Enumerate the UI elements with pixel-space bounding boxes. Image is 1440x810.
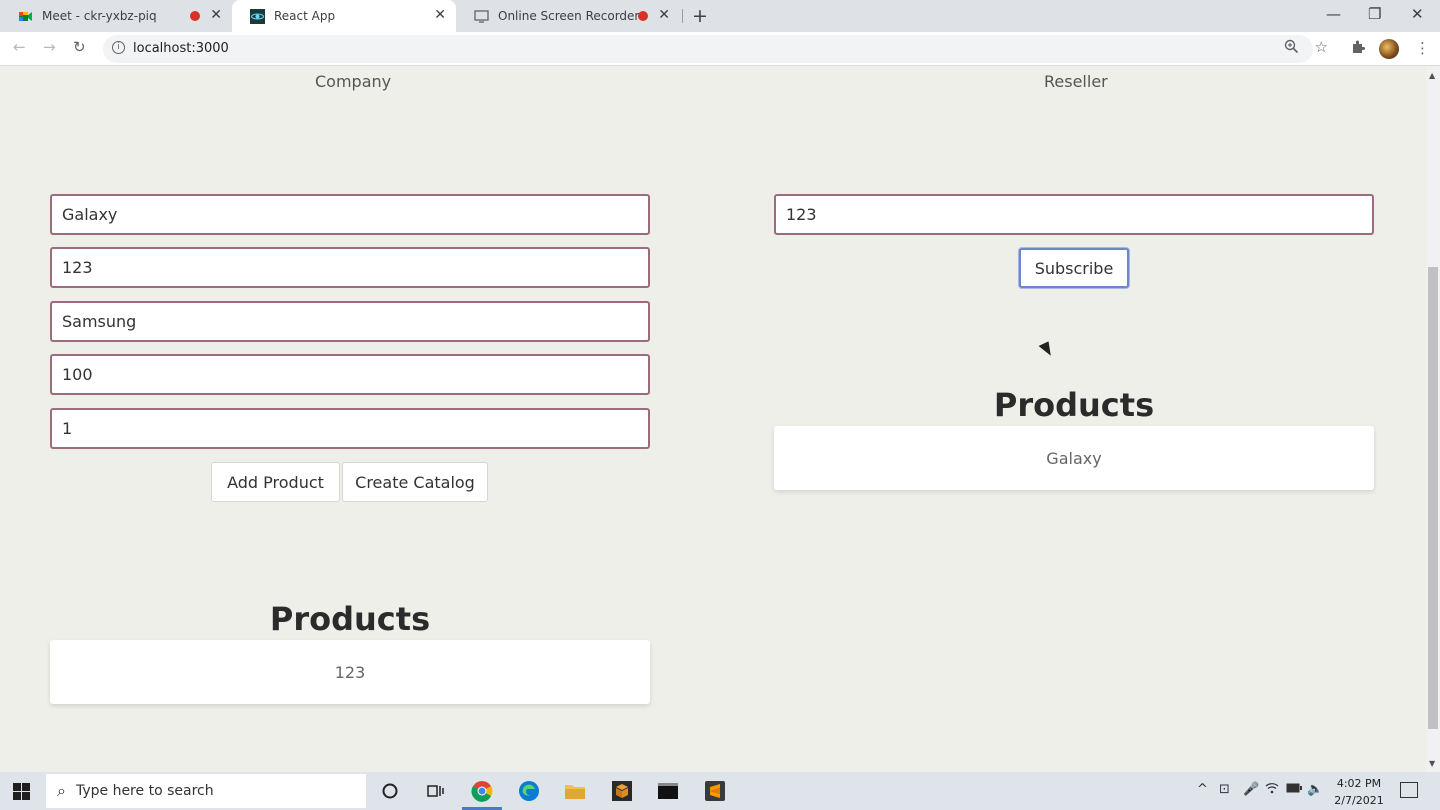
company-heading: Company — [315, 72, 392, 91]
company-product-card: 123 — [50, 640, 650, 704]
site-info-icon[interactable]: i — [112, 41, 125, 54]
reload-icon[interactable]: ↻ — [73, 38, 86, 56]
menu-kebab-icon[interactable]: ⋮ — [1415, 39, 1430, 57]
volume-muted-icon[interactable]: 🔈 — [1307, 782, 1323, 797]
windows-start-icon[interactable] — [13, 783, 30, 800]
close-tab-icon[interactable]: ✕ — [658, 7, 670, 23]
taskbar-clock[interactable]: 4:02 PM 2/7/2021 — [1332, 775, 1386, 809]
product-price-field[interactable] — [50, 354, 650, 395]
reseller-heading: Reseller — [1044, 72, 1108, 91]
show-hidden-icons-chevron-icon[interactable]: ^ — [1197, 782, 1208, 797]
tab-divider — [682, 9, 683, 23]
extensions-icon[interactable] — [1351, 39, 1366, 58]
browser-tab-strip: Meet - ckr-yxbz-piq ✕ React App ✕ Online… — [0, 0, 1440, 32]
clock-date: 2/7/2021 — [1334, 794, 1384, 807]
create-catalog-button[interactable]: Create Catalog — [342, 462, 488, 502]
google-meet-icon — [18, 9, 33, 24]
tab-title: Meet - ckr-yxbz-piq — [42, 9, 157, 23]
scrollbar-thumb[interactable] — [1428, 267, 1438, 729]
url-text: localhost:3000 — [133, 41, 229, 56]
search-icon: ⌕ — [57, 781, 66, 800]
chrome-icon[interactable] — [462, 778, 502, 810]
subscribe-button[interactable]: Subscribe — [1019, 248, 1129, 288]
reseller-product-card: Galaxy — [774, 426, 1374, 490]
scroll-up-icon[interactable]: ▲ — [1429, 71, 1435, 80]
taskbar-search-input[interactable]: ⌕ Type here to search — [46, 774, 366, 808]
cortana-icon[interactable] — [376, 778, 404, 804]
profile-avatar[interactable] — [1379, 39, 1399, 59]
action-center-icon[interactable] — [1400, 782, 1418, 798]
page-scrollbar[interactable]: ▲ ▼ — [1426, 67, 1440, 772]
zoom-icon[interactable] — [1284, 39, 1299, 58]
monitor-icon — [474, 9, 489, 24]
product-brand-field[interactable] — [50, 301, 650, 342]
sublime-text-icon[interactable] — [701, 778, 729, 804]
recording-indicator-icon — [638, 11, 648, 21]
catalog-id-field[interactable] — [774, 194, 1374, 235]
close-tab-icon[interactable]: ✕ — [210, 7, 222, 23]
task-view-icon[interactable] — [421, 778, 449, 804]
battery-icon[interactable] — [1286, 782, 1302, 797]
browser-toolbar: ← → ↻ i localhost:3000 ☆ ⋮ — [0, 32, 1440, 66]
bookmark-star-icon[interactable]: ☆ — [1315, 38, 1328, 56]
search-placeholder: Type here to search — [75, 783, 214, 799]
tab-screen-recorder[interactable]: Online Screen Recorder ✕ — [456, 0, 680, 32]
product-quantity-field[interactable] — [50, 408, 650, 449]
address-bar[interactable]: i localhost:3000 ☆ — [103, 35, 1328, 63]
terminal-icon[interactable] — [654, 778, 682, 804]
tab-title: React App — [274, 9, 336, 23]
minimize-icon[interactable]: — — [1326, 5, 1341, 23]
clock-time: 4:02 PM — [1336, 777, 1382, 790]
reseller-products-title: Products — [993, 386, 1155, 424]
product-id-field[interactable] — [50, 247, 650, 288]
edge-icon[interactable] — [515, 778, 543, 804]
add-product-button[interactable]: Add Product — [211, 462, 340, 502]
file-explorer-icon[interactable] — [561, 778, 589, 804]
back-icon[interactable]: ← — [13, 38, 26, 56]
new-tab-icon[interactable]: + — [692, 5, 708, 27]
windows-taskbar: ⌕ Type here to search ^ ⊡ 🎤 🔈 4:02 PM 2/… — [0, 772, 1440, 810]
restore-icon[interactable]: ❐ — [1368, 5, 1381, 23]
close-window-icon[interactable]: ✕ — [1411, 5, 1424, 23]
tab-title: Online Screen Recorder — [498, 9, 640, 23]
forward-icon[interactable]: → — [43, 38, 56, 56]
company-products-title: Products — [269, 600, 431, 638]
microphone-icon[interactable]: 🎤 — [1243, 782, 1259, 797]
react-app-icon — [250, 8, 265, 24]
meet-now-icon[interactable]: ⊡ — [1219, 782, 1230, 797]
product-name-field[interactable] — [50, 194, 650, 235]
recording-indicator-icon — [190, 11, 200, 21]
close-tab-icon[interactable]: ✕ — [434, 7, 446, 23]
tab-meet[interactable]: Meet - ckr-yxbz-piq ✕ — [0, 0, 232, 32]
wifi-icon[interactable] — [1265, 782, 1279, 798]
tab-react-app[interactable]: React App ✕ — [232, 0, 456, 32]
package-app-icon[interactable] — [608, 778, 636, 804]
scroll-down-icon[interactable]: ▼ — [1429, 759, 1435, 768]
